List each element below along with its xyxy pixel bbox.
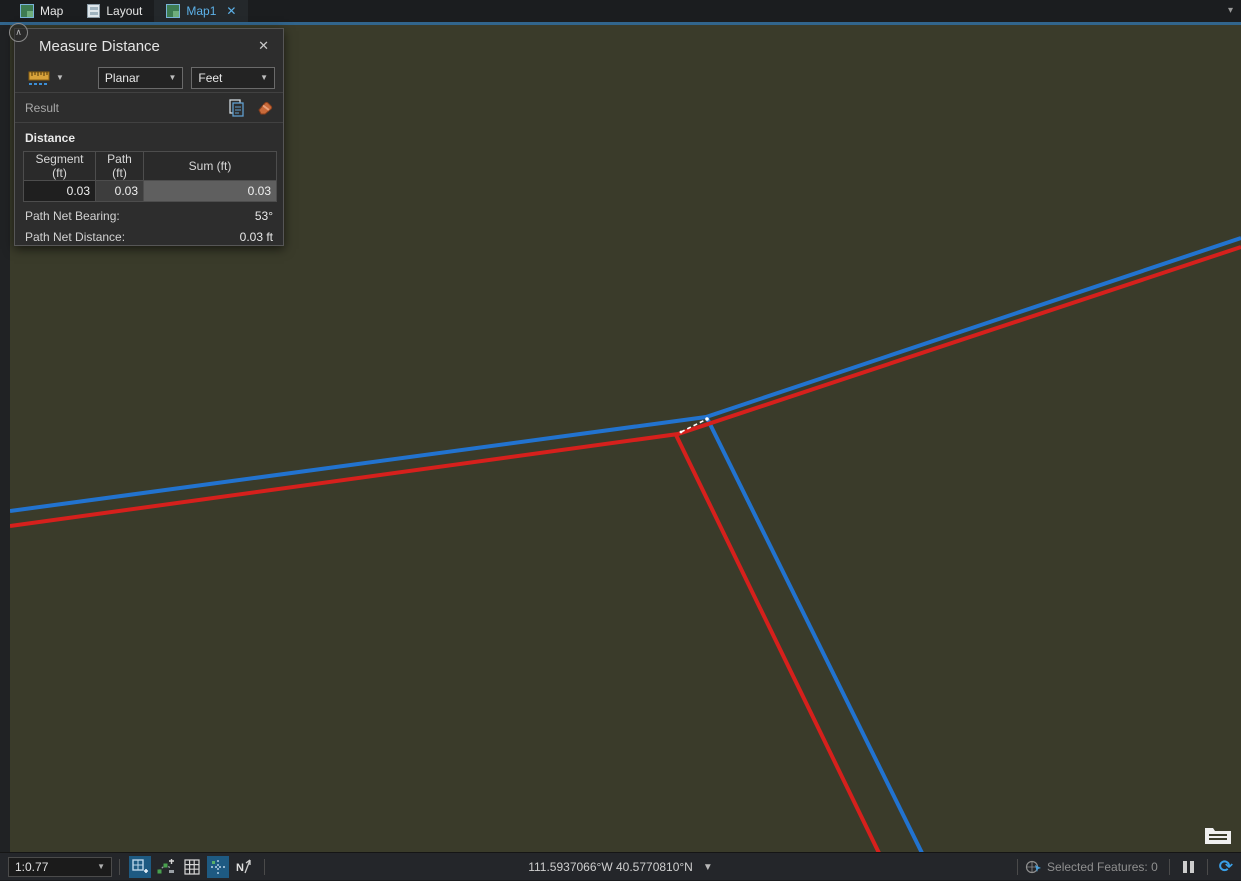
refresh-icon[interactable]: ⟳ [1219,857,1233,877]
net-distance-value: 0.03 ft [240,230,273,244]
ruler-icon [27,69,51,87]
dialog-toolbar: ▼ Planar ▼ Feet ▼ [15,63,283,93]
bearing-row: Path Net Bearing: 53° [15,202,283,223]
measure-distance-dialog: Measure Distance ✕ ▼ Planar ▼ Feet ▼ Res… [14,28,284,246]
status-bar: 1:0.77 ▼ N [0,852,1241,880]
sketch-vertices-icon [157,859,175,875]
dialog-titlebar[interactable]: Measure Distance ✕ [15,29,283,63]
coordinate-chevron-icon[interactable]: ▼ [703,862,713,873]
bearing-value: 53° [255,209,273,223]
tab-map1[interactable]: Map1 ✕ [154,0,248,22]
pause-icon [1183,861,1187,873]
selected-features-count[interactable]: Selected Features: 0 [1047,860,1158,874]
view-tab-bar: Map Layout Map1 ✕ ▾ [0,0,1241,22]
map-tab-icon [166,4,180,18]
measure-vertex-marker [705,417,709,421]
copy-result-icon[interactable] [228,99,245,117]
dialog-close-icon[interactable]: ✕ [254,36,273,56]
chevron-down-icon: ▼ [168,73,176,82]
grid-toggle-button[interactable] [181,856,203,878]
coordinate-readout[interactable]: 111.5937066°W 40.5770810°N [528,860,693,874]
result-row: Result [15,93,283,123]
measure-type-value: Planar [105,71,163,85]
chevron-down-icon: ▼ [260,73,268,82]
dialog-title: Measure Distance [39,38,254,55]
measure-mode-chevron-icon[interactable]: ▼ [56,73,64,82]
distance-table-header-row: Segment (ft) Path (ft) Sum (ft) [24,152,277,181]
attribute-table-icon[interactable] [1204,824,1232,845]
segment-value: 0.03 [24,181,96,202]
snapping-toggle-button[interactable] [129,856,151,878]
red-parcel-line-branch [676,435,879,852]
tab-map[interactable]: Map [8,0,75,22]
net-distance-row: Path Net Distance: 0.03 ft [15,223,283,244]
window-left-edge [0,25,10,852]
distance-table-value-row: 0.03 0.03 0.03 [24,181,277,202]
bearing-label: Path Net Bearing: [25,209,255,223]
dynamic-constraints-button[interactable] [207,856,229,878]
clear-results-eraser-icon[interactable] [253,100,273,116]
divider [264,859,265,875]
divider [119,859,120,875]
chevron-down-icon: ▼ [97,862,105,871]
measure-tool-button[interactable]: ▼ [23,67,68,89]
tab-layout-label: Layout [106,4,142,18]
pause-icon [1190,861,1194,873]
chevron-up-collapse-icon[interactable]: ∧ [9,23,28,42]
grid-icon [184,859,200,875]
svg-text:N: N [236,862,244,874]
edit-sketch-button[interactable] [155,856,177,878]
layout-tab-icon [87,4,100,18]
blue-parcel-line-branch [707,418,922,852]
tab-map-label: Map [40,4,63,18]
distance-table: Segment (ft) Path (ft) Sum (ft) 0.03 0.0… [23,151,277,202]
statusbar-right-group: Selected Features: 0 ⟳ [1010,853,1233,881]
measure-vertex-marker [680,431,683,434]
map-scale-value: 1:0.77 [15,860,97,874]
snapping-icon [132,859,148,875]
divider [1017,859,1018,875]
distance-section-label: Distance [15,123,283,149]
constraints-icon [210,859,226,875]
tab-layout[interactable]: Layout [75,0,154,22]
col-sum: Sum (ft) [144,152,277,181]
selection-globe-icon [1025,859,1043,875]
col-path: Path (ft) [96,152,144,181]
col-segment: Segment (ft) [24,152,96,181]
map-tab-icon [20,4,34,18]
blue-parcel-line-main [10,238,1241,511]
north-arrow-button[interactable]: N [233,856,255,878]
north-arrow-icon: N [235,859,253,875]
divider [1169,859,1170,875]
net-distance-label: Path Net Distance: [25,230,240,244]
tab-overflow-chevron-icon[interactable]: ▾ [1228,5,1233,16]
sum-value: 0.03 [144,181,277,202]
tab-close-icon[interactable]: ✕ [226,4,236,18]
divider [1207,859,1208,875]
measure-type-dropdown[interactable]: Planar ▼ [98,67,183,89]
result-label: Result [25,101,220,115]
pause-drawing-button[interactable] [1183,861,1194,873]
unit-value: Feet [198,71,254,85]
tab-map1-label: Map1 [186,4,216,18]
unit-dropdown[interactable]: Feet ▼ [191,67,275,89]
map-scale-dropdown[interactable]: 1:0.77 ▼ [8,857,112,877]
path-value: 0.03 [96,181,144,202]
